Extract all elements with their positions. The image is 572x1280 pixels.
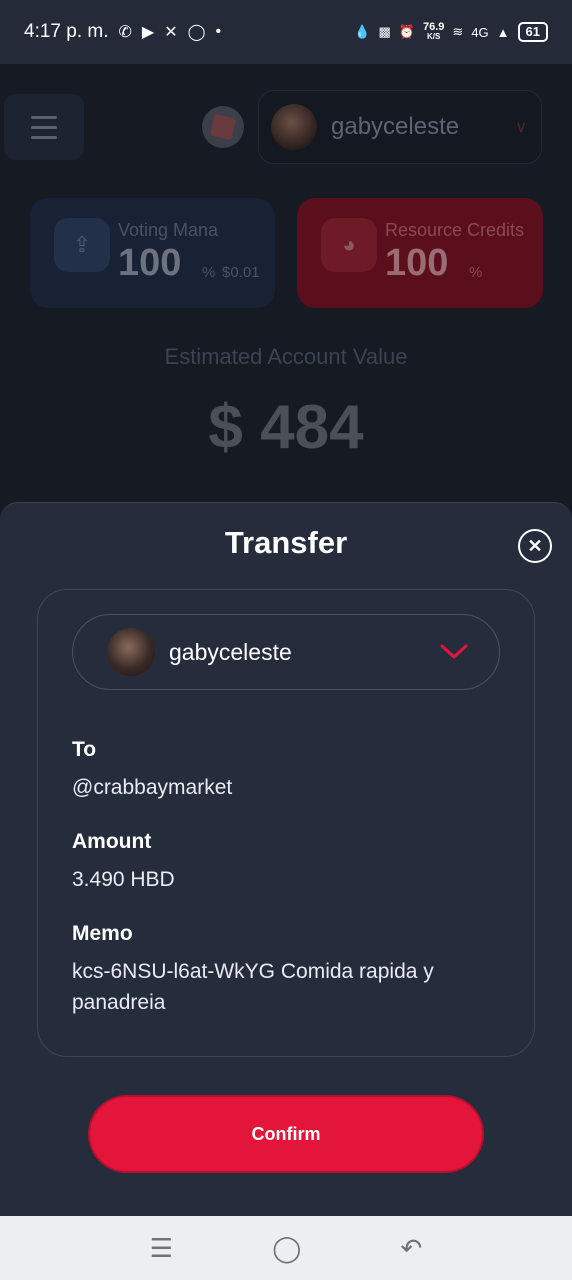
battery-indicator: 61 xyxy=(517,22,548,42)
voting-mana-unit: % xyxy=(202,264,216,281)
status-right: 💧 ▩ ⏰ 76.9 K/S ≋ 4G ▲ 61 xyxy=(354,22,548,42)
to-value: @crabbaymarket xyxy=(72,776,233,799)
resource-credits-label: Resource Credits xyxy=(385,220,525,240)
network-speed-unit: K/S xyxy=(427,32,441,41)
signal-icon: ▲ xyxy=(496,24,510,40)
resource-credits-unit: % xyxy=(469,264,483,281)
home-icon[interactable]: ◯ xyxy=(272,1233,301,1264)
transfer-details-panel: gabyceleste To @crabbaymarket Amount 3.4… xyxy=(37,589,535,1057)
youtube-icon: ▶ xyxy=(141,24,155,41)
status-bar: 4:17 p. m. ✆ ▶ ✕ ◯ • 💧 ▩ ⏰ 76.9 K/S ≋ 4G… xyxy=(0,0,572,64)
memo-value: kcs-6NSU-l6at-WkYG Comida rapida y panad… xyxy=(72,960,434,1014)
amount-value: 3.490 HBD xyxy=(72,868,175,891)
dot-icon: • xyxy=(215,23,222,40)
menu-line-icon xyxy=(31,115,57,119)
menu-line-icon xyxy=(31,125,57,129)
whatsapp-icon: ✆ xyxy=(118,24,132,41)
cube-icon xyxy=(209,113,237,141)
upload-icon: ⇪ xyxy=(54,218,110,272)
close-icon: ✕ xyxy=(527,535,543,556)
chevron-down-icon xyxy=(440,644,468,659)
account-name: gabyceleste xyxy=(169,638,292,665)
estimated-value: $ 484 xyxy=(208,393,364,462)
network-type: 4G xyxy=(471,24,489,40)
header-username: gabyceleste xyxy=(331,113,460,140)
avatar xyxy=(107,628,155,676)
instagram-icon: ◯ xyxy=(187,24,206,41)
hamburger-menu-button[interactable] xyxy=(4,94,84,160)
alarm-icon: ⏰ xyxy=(398,24,415,39)
to-label: To xyxy=(72,738,97,761)
memo-label: Memo xyxy=(72,922,133,945)
chevron-down-icon: ∨ xyxy=(515,119,527,136)
vibrate-icon: ▩ xyxy=(378,24,391,39)
header-account-switcher[interactable]: gabyceleste ∨ xyxy=(258,90,542,164)
sheet-title: Transfer xyxy=(224,525,348,560)
resource-credits-card: ◕ Resource Credits 100 % xyxy=(297,198,543,308)
avatar xyxy=(271,104,317,150)
transfer-sheet: Transfer ✕ gabyceleste To @crabbaymarket… xyxy=(0,502,572,1217)
data-saver-icon: 💧 xyxy=(354,24,371,39)
network-speed-value: 76.9 xyxy=(422,21,445,33)
back-icon[interactable]: ↶ xyxy=(401,1233,423,1264)
recents-icon[interactable]: ☰ xyxy=(150,1233,173,1264)
gauge-icon: ◕ xyxy=(321,218,377,272)
amount-label: Amount xyxy=(72,830,152,853)
voting-mana-extra: $0.01 xyxy=(222,264,260,281)
confirm-button[interactable]: Confirm xyxy=(88,1095,484,1173)
estimated-value-label: Estimated Account Value xyxy=(164,344,408,369)
account-selector[interactable]: gabyceleste xyxy=(72,614,500,690)
close-button[interactable]: ✕ xyxy=(518,529,552,563)
status-left: 4:17 p. m. ✆ ▶ ✕ ◯ • xyxy=(24,21,221,43)
voting-mana-value: 100 xyxy=(118,242,182,284)
network-speed: 76.9 K/S xyxy=(423,22,444,42)
system-nav-bar: ☰ ◯ ↶ xyxy=(0,1216,572,1280)
voting-mana-label: Voting Mana xyxy=(118,220,219,240)
resource-credits-value: 100 xyxy=(385,242,449,284)
app-logo xyxy=(202,106,244,148)
menu-line-icon xyxy=(31,135,57,139)
status-time: 4:17 p. m. xyxy=(24,21,109,42)
x-icon: ✕ xyxy=(164,24,178,41)
wifi-icon: ≋ xyxy=(452,24,464,39)
voting-mana-card: ⇪ Voting Mana 100 % $0.01 xyxy=(30,198,275,308)
